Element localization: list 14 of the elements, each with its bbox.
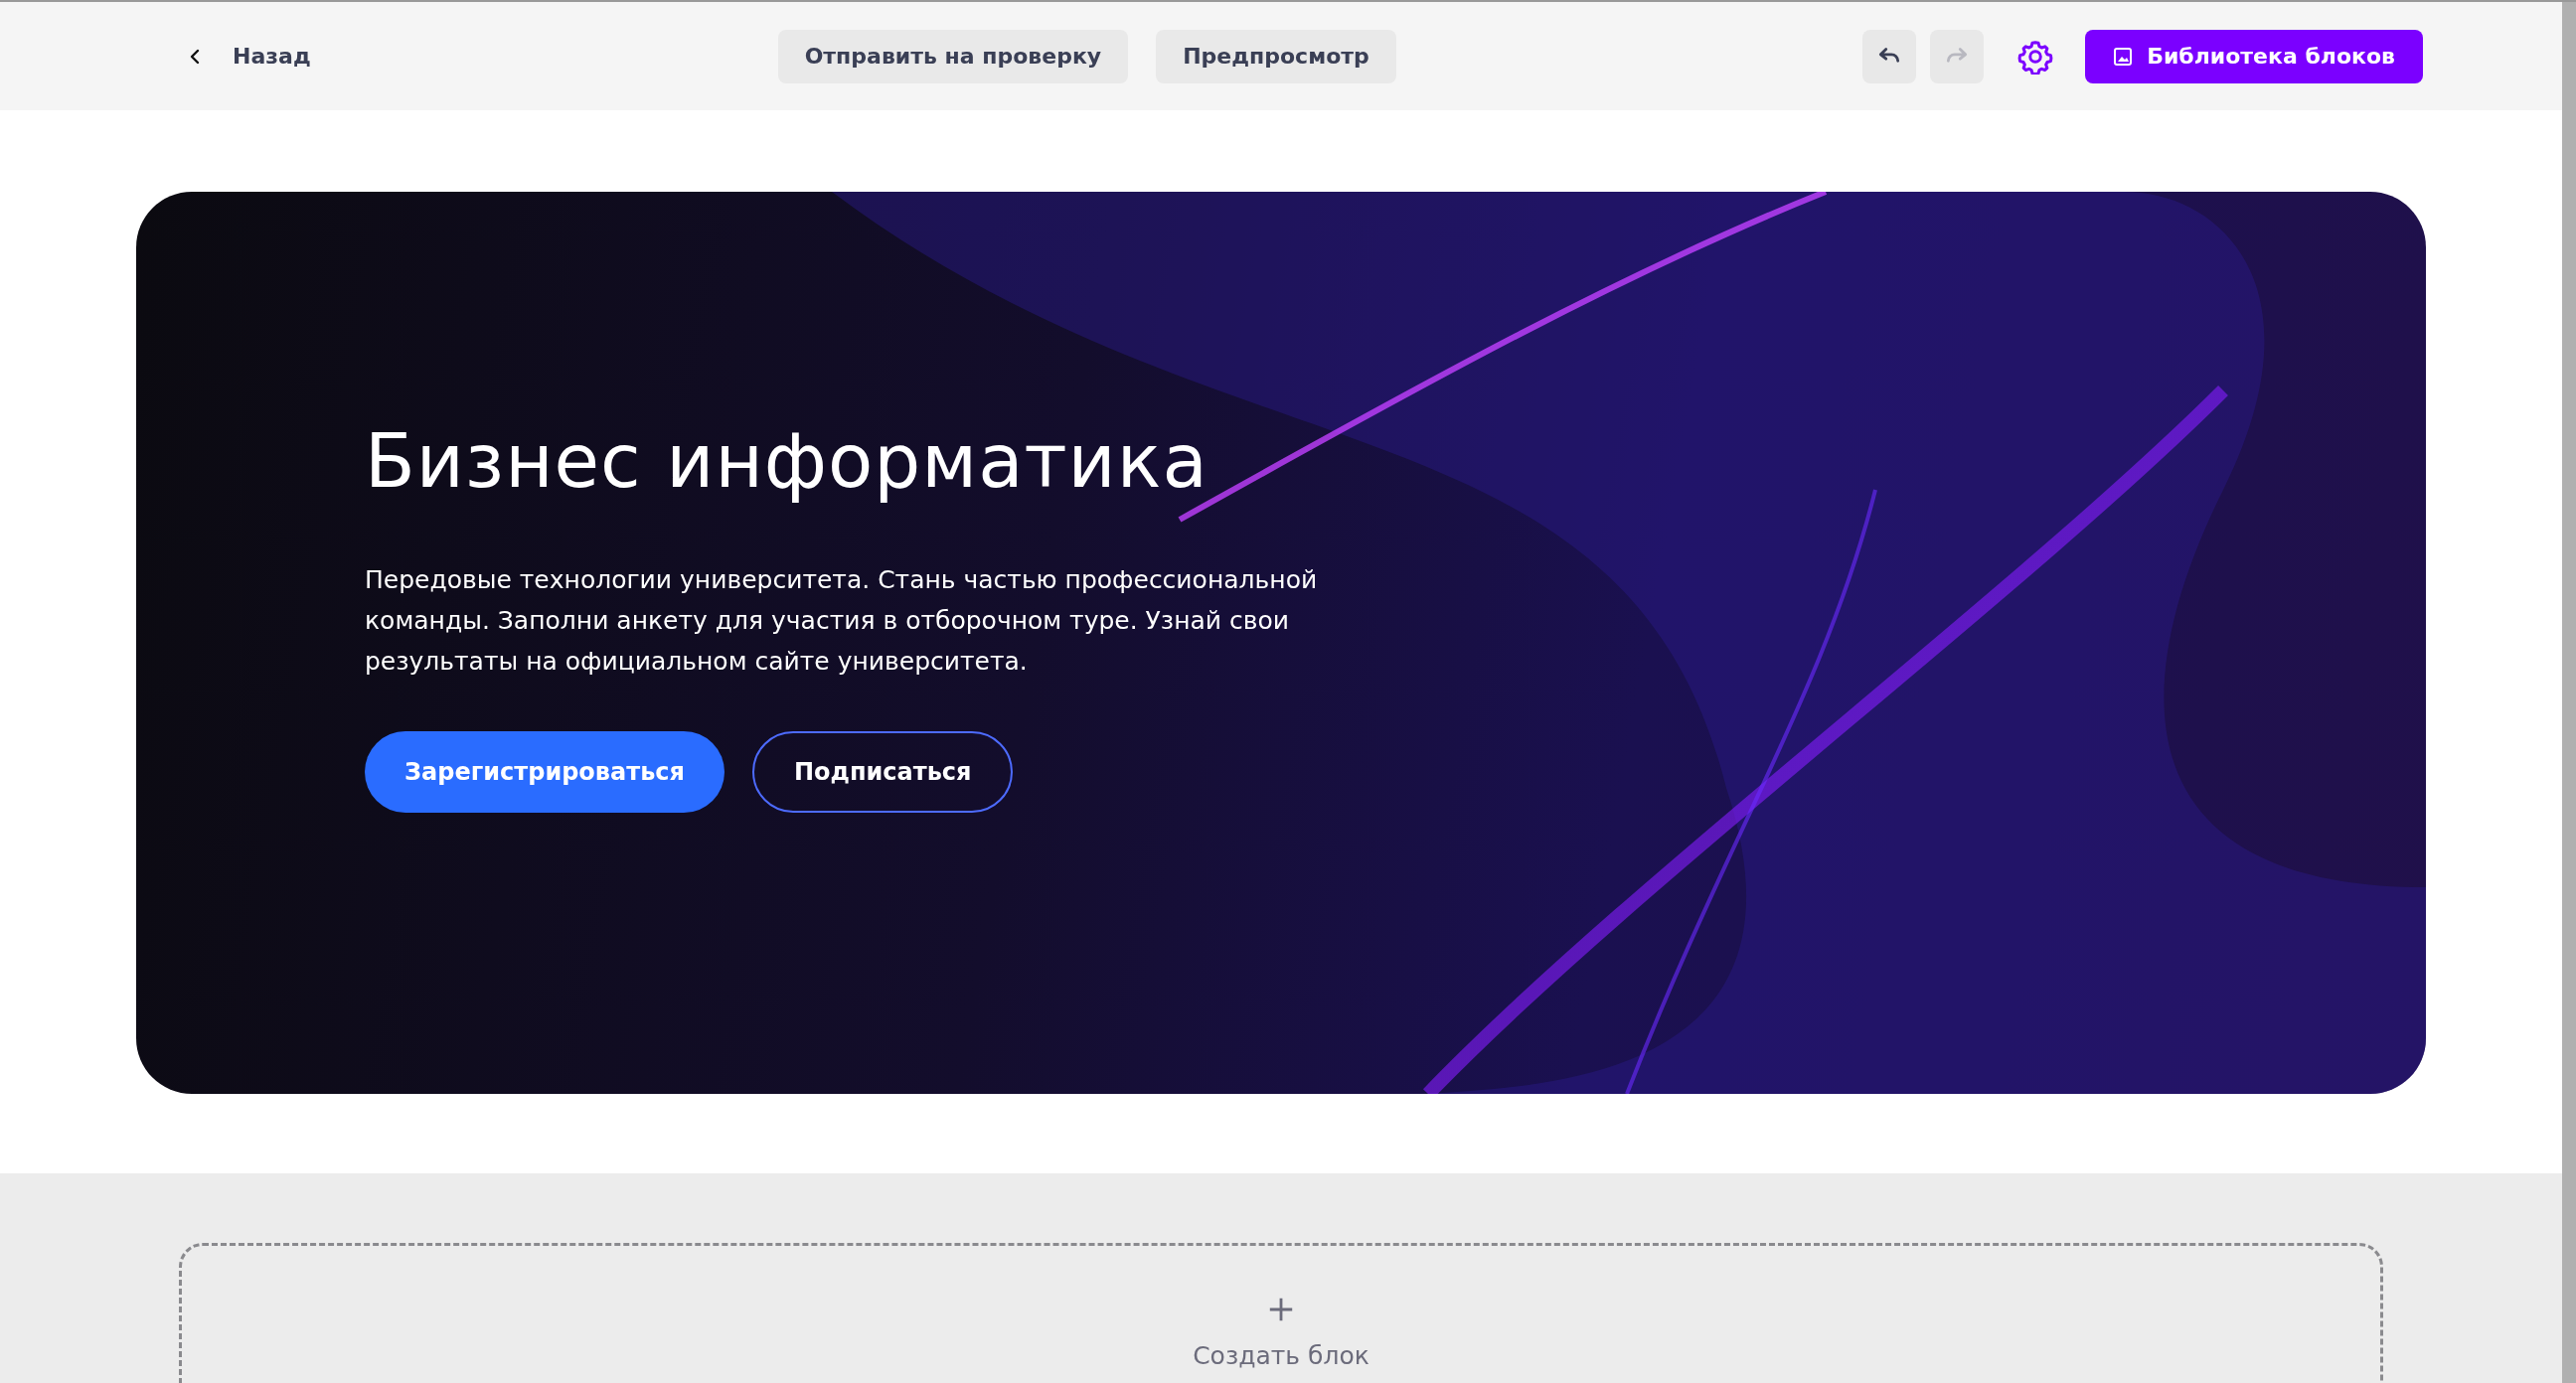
plus-icon xyxy=(1267,1296,1295,1323)
create-block-button[interactable]: Создать блок xyxy=(179,1243,2383,1383)
scrollbar[interactable] xyxy=(2562,2,2576,1383)
undo-button[interactable] xyxy=(1862,29,1917,83)
toolbar-button[interactable]: Предпросмотр xyxy=(1156,29,1396,83)
toolbar-button[interactable]: Отправить на проверку xyxy=(777,29,1129,83)
hero-title: Бизнес информатика xyxy=(365,418,1209,504)
register-button[interactable]: Зарегистрироваться xyxy=(365,731,724,813)
hero-description: Передовые технологии университета. Стань частью профессиональной команды. Заполни анкету для участия в отборочном туре. Узнай свои результаты на официальном сайте университета. xyxy=(365,564,1319,678)
subscribe-button[interactable]: Подписаться xyxy=(751,731,1014,813)
image-icon xyxy=(2113,46,2134,67)
back-link[interactable]: Назад xyxy=(187,44,311,69)
settings-icon[interactable] xyxy=(2017,38,2054,75)
block-library-button[interactable]: Библиотека блоков xyxy=(2085,29,2423,83)
